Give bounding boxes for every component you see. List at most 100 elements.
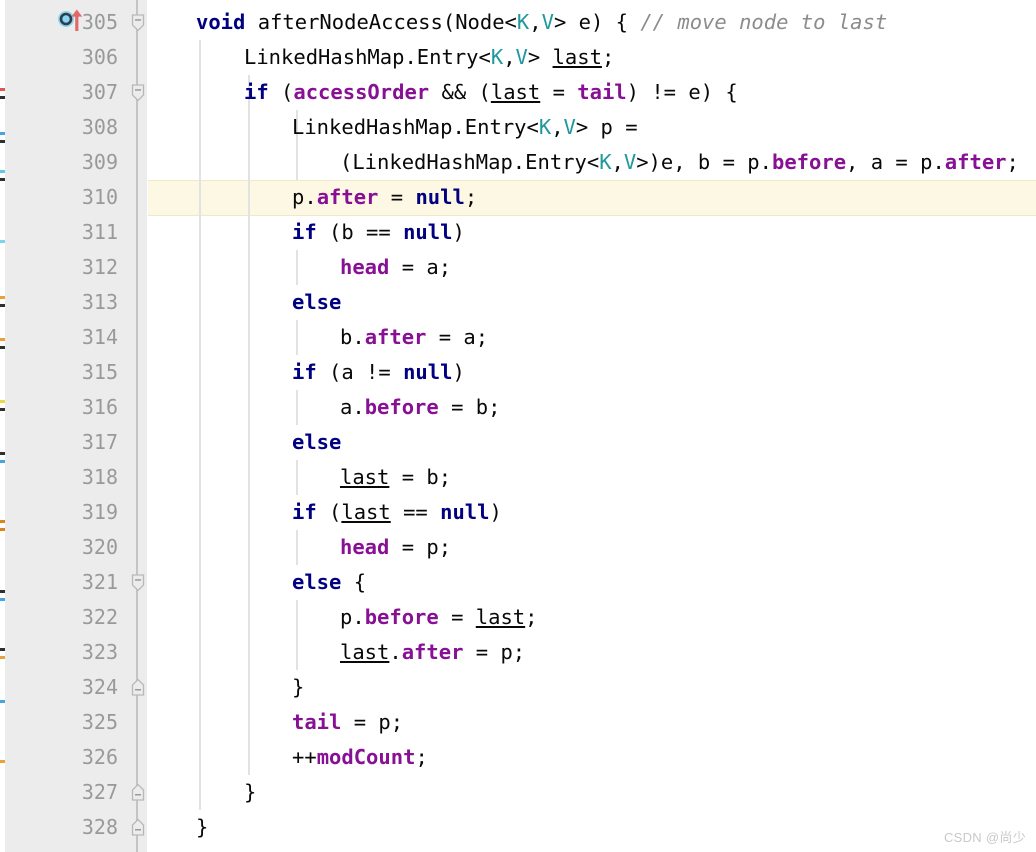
fold-end-icon[interactable] [130, 670, 146, 705]
line-number[interactable]: 319 [0, 495, 118, 530]
code-line[interactable]: else { [292, 565, 366, 600]
code-line[interactable]: else [292, 285, 341, 320]
line-number[interactable]: 326 [0, 740, 118, 775]
code-token: p. [340, 605, 365, 629]
error-stripe-mark[interactable] [0, 170, 5, 173]
line-number[interactable]: 306 [0, 40, 118, 75]
code-line[interactable]: head = a; [340, 250, 451, 285]
code-line[interactable]: } [244, 775, 256, 810]
fold-end-icon[interactable] [130, 810, 146, 845]
code-line[interactable]: tail = p; [292, 705, 403, 740]
code-line[interactable]: b.after = a; [340, 320, 488, 355]
error-stripe-mark[interactable] [0, 408, 5, 411]
error-stripe-mark[interactable] [0, 460, 5, 463]
code-line[interactable]: last.after = p; [340, 635, 525, 670]
code-line[interactable]: else [292, 425, 341, 460]
line-number[interactable]: 307 [0, 75, 118, 110]
code-token: = b; [438, 395, 501, 419]
code-line[interactable]: (LinkedHashMap.Entry<K,V>)e, b = p.befor… [340, 145, 1019, 180]
code-line[interactable]: LinkedHashMap.Entry<K,V> last; [244, 40, 614, 75]
code-token: ) [452, 220, 465, 244]
line-number[interactable]: 308 [0, 110, 118, 145]
code-token: before [364, 605, 439, 629]
error-stripe-mark[interactable] [0, 296, 5, 299]
error-stripe-mark[interactable] [0, 400, 5, 403]
code-token: afterNodeAccess(Node< [257, 10, 517, 34]
code-line[interactable]: if (a != null) [292, 355, 465, 390]
line-number[interactable]: 328 [0, 810, 118, 845]
code-token: (a != [329, 360, 404, 384]
line-number[interactable]: 327 [0, 775, 118, 810]
line-number[interactable]: 314 [0, 320, 118, 355]
line-number[interactable]: 311 [0, 215, 118, 250]
error-stripe-mark[interactable] [0, 240, 5, 243]
fold-collapse-icon[interactable] [130, 5, 146, 40]
code-line[interactable]: if (accessOrder && (last = tail) != e) { [244, 75, 738, 110]
watermark: CSDN @尚少 [943, 830, 1026, 845]
code-token: = [438, 605, 476, 629]
code-token: ; [415, 745, 428, 769]
code-line[interactable]: void afterNodeAccess(Node<K,V> e) { // m… [196, 5, 887, 40]
error-stripe-mark[interactable] [0, 140, 5, 143]
line-number[interactable]: 312 [0, 250, 118, 285]
error-stripe-mark[interactable] [0, 590, 5, 593]
code-token: after [401, 640, 464, 664]
code-token: , [611, 150, 624, 174]
line-number[interactable]: 316 [0, 390, 118, 425]
error-stripe-mark[interactable] [0, 346, 5, 349]
code-line[interactable]: } [292, 670, 304, 705]
error-stripe-mark[interactable] [0, 528, 5, 531]
code-token: V [563, 115, 576, 139]
code-line[interactable]: } [196, 810, 208, 845]
code-token: , [503, 45, 516, 69]
line-number[interactable]: 318 [0, 460, 118, 495]
line-number[interactable]: 323 [0, 635, 118, 670]
code-line[interactable]: if (b == null) [292, 215, 465, 250]
code-line[interactable]: head = p; [340, 530, 451, 565]
fold-end-icon[interactable] [130, 775, 146, 810]
code-line[interactable]: if (last == null) [292, 495, 502, 530]
line-number[interactable]: 310 [0, 180, 118, 215]
line-number[interactable]: 321 [0, 565, 118, 600]
code-line[interactable]: LinkedHashMap.Entry<K,V> p = [292, 110, 638, 145]
error-stripe-mark[interactable] [0, 88, 5, 91]
error-stripe-mark[interactable] [0, 178, 5, 181]
code-line[interactable]: p.before = last; [340, 600, 538, 635]
error-stripe-mark[interactable] [0, 700, 5, 703]
line-number[interactable]: 324 [0, 670, 118, 705]
code-editor[interactable]: 305 306 307 308 309 310 311 312 313 314 315 316 317 3… [0, 0, 1036, 852]
error-stripe-mark[interactable] [0, 520, 5, 523]
code-token: b. [340, 325, 365, 349]
error-stripe-mark[interactable] [0, 304, 5, 307]
error-stripe-rail[interactable] [0, 0, 5, 852]
line-number[interactable]: 315 [0, 355, 118, 390]
line-number[interactable]: 317 [0, 425, 118, 460]
code-line[interactable]: a.before = b; [340, 390, 500, 425]
code-line[interactable]: p.after = null; [292, 180, 477, 215]
line-number[interactable]: 322 [0, 600, 118, 635]
fold-collapse-icon[interactable] [130, 75, 146, 110]
code-token: = a; [389, 255, 452, 279]
fold-collapse-icon[interactable] [130, 565, 146, 600]
code-token: last [552, 45, 602, 69]
error-stripe-mark[interactable] [0, 760, 5, 763]
code-token: null [440, 500, 490, 524]
line-number[interactable]: 325 [0, 705, 118, 740]
code-token: else [292, 290, 342, 314]
fold-region-line [136, 0, 138, 852]
error-stripe-mark[interactable] [0, 96, 5, 99]
error-stripe-mark[interactable] [0, 132, 5, 135]
code-token: else [292, 430, 342, 454]
code-line[interactable]: ++modCount; [292, 740, 428, 775]
error-stripe-mark[interactable] [0, 656, 5, 659]
line-number[interactable]: 309 [0, 145, 118, 180]
error-stripe-mark[interactable] [0, 598, 5, 601]
line-number[interactable]: 313 [0, 285, 118, 320]
code-token: ; [464, 185, 478, 209]
overrides-method-icon[interactable] [56, 7, 86, 37]
code-line[interactable]: last = b; [340, 460, 451, 495]
error-stripe-mark[interactable] [0, 648, 5, 651]
error-stripe-mark[interactable] [0, 338, 5, 341]
line-number[interactable]: 320 [0, 530, 118, 565]
error-stripe-mark[interactable] [0, 452, 5, 455]
